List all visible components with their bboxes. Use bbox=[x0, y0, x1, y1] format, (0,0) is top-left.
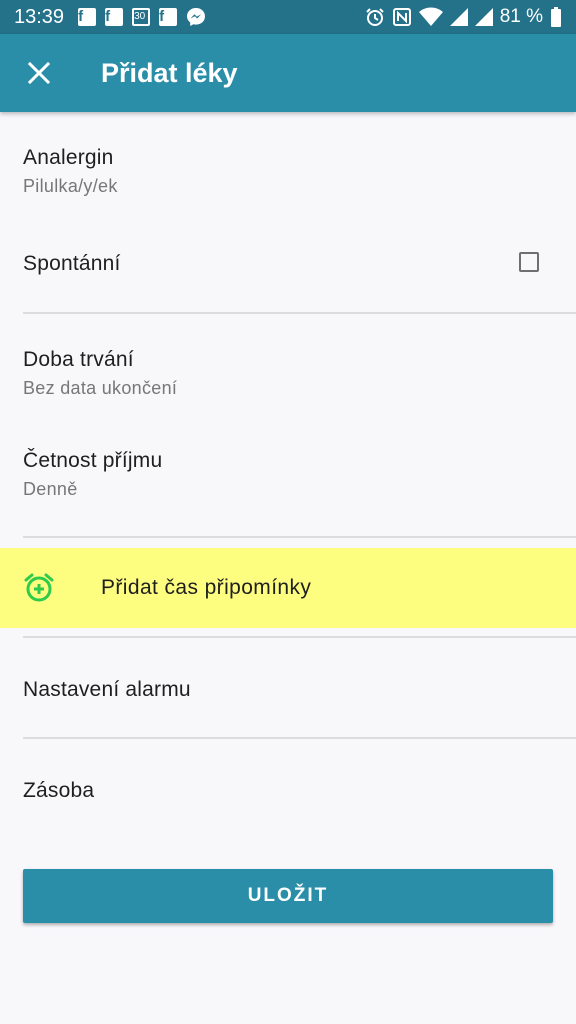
messenger-icon bbox=[186, 7, 206, 27]
status-right: 81 % bbox=[365, 6, 562, 28]
facebook-icon: f bbox=[105, 8, 124, 26]
add-reminder-button[interactable]: Přidat čas připomínky bbox=[0, 548, 576, 628]
alarm-clock-icon bbox=[365, 7, 385, 27]
page-title: Přidat léky bbox=[101, 57, 238, 88]
facebook-icon: f bbox=[159, 8, 178, 26]
battery-icon bbox=[550, 7, 562, 27]
app-bar: Přidat léky bbox=[0, 34, 576, 112]
stock-item[interactable]: Zásoba bbox=[0, 779, 576, 803]
battery-percent: 81 % bbox=[499, 6, 543, 27]
spontaneous-label: Spontánní bbox=[23, 252, 121, 275]
divider bbox=[23, 737, 576, 739]
spontaneous-item[interactable]: Spontánní bbox=[0, 252, 576, 276]
alarm-settings-item[interactable]: Nastavení alarmu bbox=[0, 678, 576, 702]
spontaneous-checkbox[interactable] bbox=[519, 252, 539, 272]
signal-icon bbox=[474, 8, 493, 26]
nfc-icon bbox=[392, 7, 412, 27]
status-bar: 13:39 f f 30 f 81 % bbox=[0, 0, 576, 34]
facebook-icon: f bbox=[78, 8, 97, 26]
close-icon bbox=[27, 61, 51, 85]
divider bbox=[23, 312, 576, 314]
status-left: 13:39 f f 30 f bbox=[14, 6, 206, 29]
frequency-title: Četnost příjmu bbox=[23, 449, 163, 472]
signal-icon bbox=[449, 8, 468, 26]
save-button[interactable]: ULOŽIT bbox=[23, 869, 553, 923]
close-button[interactable] bbox=[15, 49, 63, 97]
calendar-icon: 30 bbox=[132, 8, 151, 26]
duration-title: Doba trvání bbox=[23, 348, 134, 371]
medication-item[interactable]: Analergin Pilulka/y/ek bbox=[0, 146, 576, 197]
frequency-item[interactable]: Četnost příjmu Denně bbox=[0, 449, 576, 500]
frequency-value: Denně bbox=[23, 479, 78, 499]
medication-name: Analergin bbox=[23, 146, 114, 169]
alarm-add-icon bbox=[24, 573, 54, 602]
status-time: 13:39 bbox=[14, 5, 65, 28]
alarm-settings-label: Nastavení alarmu bbox=[23, 678, 191, 701]
duration-value: Bez data ukončení bbox=[23, 378, 178, 398]
add-reminder-label: Přidat čas připomínky bbox=[101, 576, 312, 599]
divider bbox=[23, 536, 576, 538]
duration-item[interactable]: Doba trvání Bez data ukončení bbox=[0, 348, 576, 399]
divider bbox=[23, 636, 576, 638]
medication-unit: Pilulka/y/ek bbox=[23, 176, 118, 196]
wifi-icon bbox=[418, 7, 443, 27]
stock-label: Zásoba bbox=[23, 779, 95, 802]
